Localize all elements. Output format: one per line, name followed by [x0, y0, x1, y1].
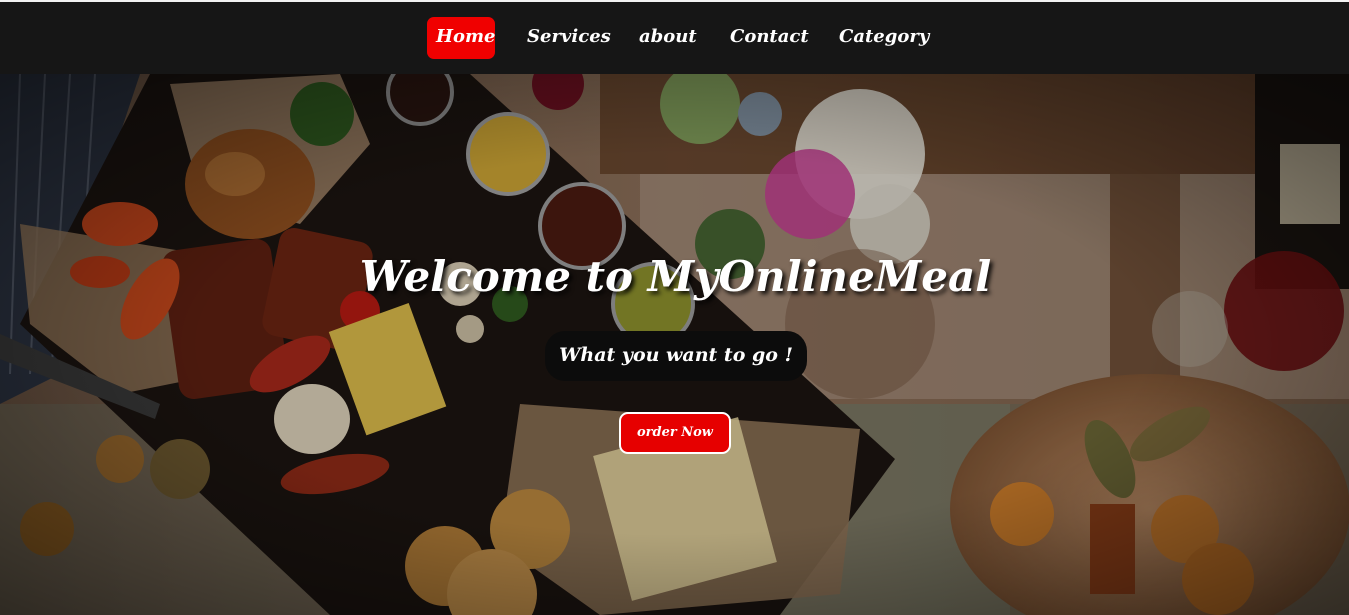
hero-subtitle: What you want to go !	[545, 331, 807, 381]
hero-section: Welcome to MyOnlineMeal What you want to…	[0, 74, 1349, 615]
order-now-button[interactable]: order Now	[619, 412, 731, 454]
nav-about-link[interactable]: about	[630, 17, 697, 59]
hero-title: Welcome to MyOnlineMeal	[359, 252, 992, 301]
nav-category-link[interactable]: Category	[830, 17, 929, 59]
navbar: Home Services about Contact Category	[0, 2, 1349, 74]
nav-contact-link[interactable]: Contact	[721, 17, 809, 59]
nav-services-link[interactable]: Services	[518, 17, 611, 59]
nav-home-link[interactable]: Home	[427, 17, 496, 59]
